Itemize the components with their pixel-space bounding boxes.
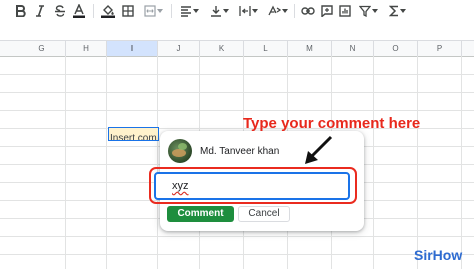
column-header-p[interactable]: P [418,41,462,56]
column-header-o[interactable]: O [374,41,418,56]
column-header-h[interactable]: H [66,41,107,56]
insert-comment-icon[interactable] [320,2,334,20]
text-rotation-icon[interactable] [264,2,290,20]
column-header-k[interactable]: K [200,41,244,56]
text-color-icon[interactable] [72,2,86,20]
column-header-m[interactable]: M [288,41,332,56]
toolbar-separator [294,4,295,18]
gridline [65,56,66,269]
gridline [417,56,418,269]
italic-icon[interactable] [34,2,46,20]
sirhow-logo: SirHow [414,247,463,263]
vertical-align-icon[interactable] [207,2,231,20]
cell-text: Insert com [110,133,157,141]
gridline [0,254,474,255]
strikethrough-icon[interactable] [53,2,67,20]
gridline [0,92,474,93]
gridline [106,56,107,269]
filter-icon[interactable] [357,2,379,20]
toolbar-separator [93,4,94,18]
functions-icon[interactable] [386,2,408,20]
annotation-highlight-ring [149,167,357,204]
annotation-arrow-icon [305,135,333,164]
column-header-n[interactable]: N [332,41,374,56]
link-icon[interactable] [300,2,316,20]
gridline [0,74,474,75]
avatar-photo-detail [172,149,186,157]
gridline [0,110,474,111]
toolbar-separator [171,4,172,18]
insert-chart-icon[interactable] [338,2,352,20]
avatar [168,139,192,163]
active-cell[interactable]: Insert com [108,127,159,141]
borders-icon[interactable] [121,2,135,20]
column-header-j[interactable]: J [158,41,200,56]
annotation-callout: Type your comment here [243,115,421,132]
bold-icon[interactable] [14,2,28,20]
gridline [0,236,474,237]
comment-button[interactable]: Comment [167,206,234,222]
gridline [461,56,462,269]
formatting-toolbar [0,0,474,22]
column-header-i[interactable]: I [107,41,158,56]
column-header-g[interactable]: G [18,41,66,56]
gridline [373,56,374,269]
column-header-row: G H I J K L M N O P [0,40,474,57]
fill-color-icon[interactable] [100,2,116,20]
avatar-photo-detail [178,143,187,150]
text-wrap-icon[interactable] [236,2,260,20]
gridline [157,56,158,269]
cancel-button[interactable]: Cancel [238,206,290,222]
column-header-l[interactable]: L [244,41,288,56]
comment-author-name: Md. Tanveer khan [200,146,280,157]
merge-cells-icon[interactable] [141,2,165,20]
horizontal-align-icon[interactable] [177,2,201,20]
